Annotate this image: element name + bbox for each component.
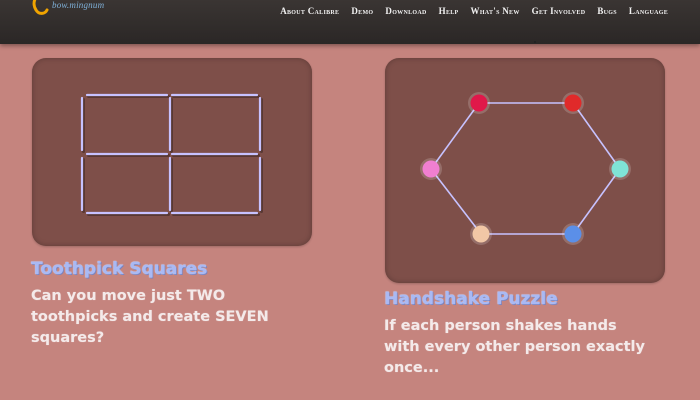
nav-whats-new[interactable]: What's New (471, 6, 520, 16)
person-dot (422, 160, 440, 178)
nav-help[interactable]: Help (439, 6, 459, 16)
logo-tagline: bow.mingnum (52, 0, 105, 10)
toothpick-puzzle-description: Can you move just TWO toothpicks and cre… (31, 288, 269, 346)
handshake-edge (572, 168, 621, 235)
person-dot (611, 160, 629, 178)
handshake-puzzle-card[interactable] (385, 58, 665, 283)
top-navigation-bar: bow.mingnum About Calibre Demo Download … (0, 0, 700, 44)
handshake-puzzle-title[interactable]: Handshake Puzzle (384, 289, 558, 309)
person-dot (564, 225, 582, 243)
nav-demo[interactable]: Demo (351, 6, 373, 16)
main-nav: About Calibre Demo Download Help What's … (280, 6, 668, 16)
nav-about-calibre[interactable]: About Calibre (280, 6, 339, 16)
person-dot (470, 94, 488, 112)
handshake-hexagon-illustration (420, 92, 631, 245)
nav-bugs[interactable]: Bugs (597, 6, 617, 16)
handshake-edge (430, 168, 482, 235)
person-dot (564, 94, 582, 112)
nav-get-involved[interactable]: Get Involved (532, 6, 586, 16)
toothpick-puzzle-card[interactable] (32, 58, 312, 246)
toothpick-grid-illustration (80, 93, 263, 216)
handshake-edge (572, 102, 621, 170)
nav-indicator-dot (534, 41, 536, 43)
nav-language[interactable]: Language (629, 6, 668, 16)
person-dot (472, 225, 490, 243)
handshake-edge (430, 102, 480, 170)
toothpick-puzzle-title[interactable]: Toothpick Squares (31, 259, 207, 279)
calibre-logo-icon[interactable] (28, 0, 50, 20)
nav-download[interactable]: Download (385, 6, 426, 16)
handshake-puzzle-description: If each person shakes hands with every o… (384, 318, 645, 376)
